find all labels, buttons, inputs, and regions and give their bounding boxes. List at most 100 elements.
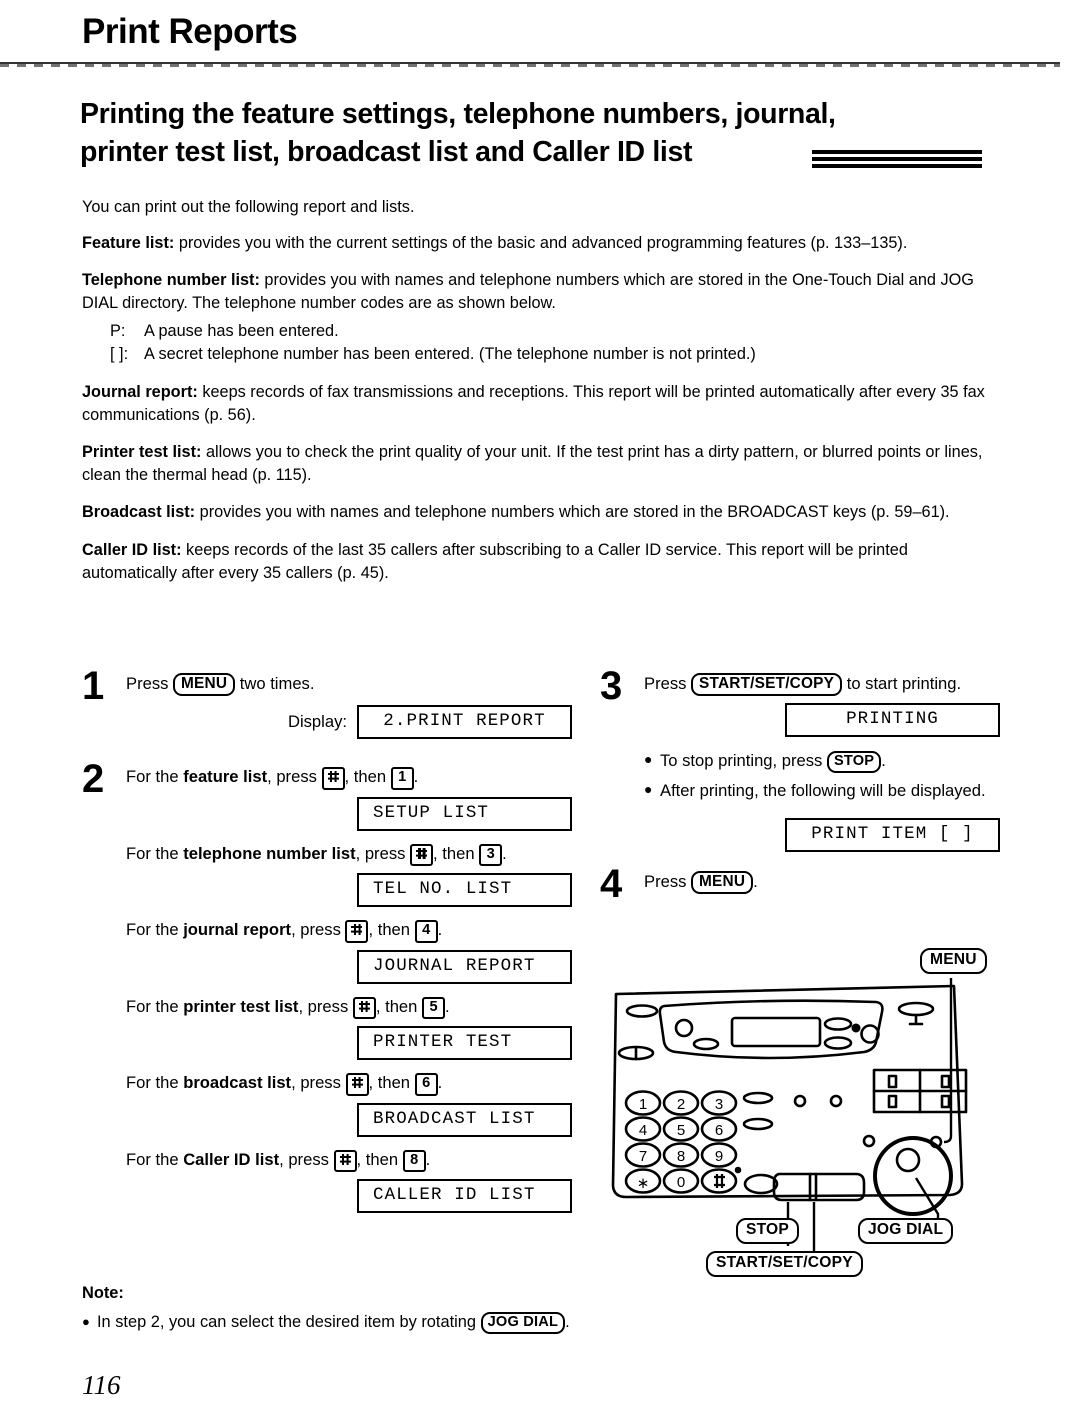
menu-key-label[interactable]: MENU	[691, 871, 754, 894]
jog-dial-key-label[interactable]: JOG DIAL	[480, 1311, 566, 1334]
menu-key-label[interactable]: MENU	[173, 673, 236, 696]
step-3-display-row-1: PRINTING	[644, 703, 1000, 738]
chapter-title: Print Reports	[82, 12, 298, 51]
step-2-row-journal-report: For the journal report, press , then 4.	[126, 918, 572, 943]
note-item: ● In step 2, you can select the desired …	[82, 1311, 782, 1335]
note-text-after: .	[565, 1312, 570, 1331]
row-prefix: For the	[126, 767, 184, 787]
keypad-hash-icon	[714, 1174, 725, 1188]
panel-oval-button-b	[823, 1017, 853, 1031]
callout-menu[interactable]: MENU	[920, 948, 987, 974]
keypad-digit-1: 1	[639, 1096, 647, 1113]
hash-key[interactable]	[410, 843, 434, 867]
lcd-display-broadcast-list: BROADCAST LIST	[357, 1102, 572, 1137]
callout-start-set-copy[interactable]: START/SET/COPY	[706, 1251, 863, 1277]
telephone-code-legend: P: A pause has been entered. [ ]: A secr…	[82, 320, 992, 367]
desc-feature-list: provides you with the current settings o…	[174, 234, 908, 253]
step-2-body: For the feature list, press , then 1. SE…	[126, 765, 572, 1214]
one-touch-slot-4	[940, 1094, 951, 1109]
keypad-digit-7: 7	[639, 1148, 647, 1165]
step-2-row-caller-id-list: For the Caller ID list, press , then 8.	[126, 1148, 572, 1173]
legend-desc-pause: A pause has been entered.	[144, 321, 339, 340]
numeric-key-1[interactable]: 1	[390, 767, 414, 790]
hash-key[interactable]	[333, 1149, 357, 1173]
top-left-oval-button	[625, 1004, 659, 1018]
lcd-window	[730, 1016, 822, 1048]
lcd-display-setup-list: SETUP LIST	[357, 796, 572, 831]
one-touch-slot-1	[887, 1074, 898, 1089]
step-2-row-printer-test-list: For the printer test list, press , then …	[126, 995, 572, 1020]
step-4-text-after: .	[753, 872, 758, 892]
step-2-row-feature-list: For the feature list, press , then 1.	[126, 765, 572, 790]
note-title: Note:	[82, 1284, 124, 1302]
numeric-key-5[interactable]: 5	[422, 996, 446, 1020]
callout-stop[interactable]: STOP	[736, 1218, 799, 1244]
step-2-display-row-2: TEL NO. LIST	[126, 873, 572, 908]
intro-item-caller-id-list: Caller ID list: keeps records of the las…	[82, 539, 992, 585]
indicator-circle-a	[793, 1094, 807, 1108]
term-broadcast-list: Broadcast list:	[82, 503, 196, 522]
hash-key[interactable]	[345, 1073, 369, 1096]
numeric-key-3[interactable]: 3	[479, 843, 503, 867]
step-3: 3 Press START/SET/COPY to start printing…	[600, 666, 1000, 853]
display-label: Display:	[287, 712, 347, 732]
row-term-journal-report: journal report	[183, 920, 292, 940]
step-2-display-row-4: PRINTER TEST	[126, 1026, 572, 1061]
step-2-row-broadcast-list: For the broadcast list, press , then 6.	[126, 1071, 572, 1096]
one-touch-slot-3	[887, 1094, 898, 1109]
note-text-before: In step 2, you can select the desired it…	[97, 1312, 481, 1331]
section-heading-line-1: Printing the feature settings, telephone…	[80, 98, 836, 130]
step-4: 4 Press MENU.	[600, 864, 1000, 904]
row-mid: , press	[298, 996, 353, 1016]
row-suffix: .	[445, 996, 450, 1016]
intro-item-broadcast-list: Broadcast list: provides you with names …	[82, 501, 992, 524]
step-3-bullets: ● To stop printing, press STOP. ● After …	[644, 749, 1000, 802]
keypad-digit-2: 2	[677, 1096, 685, 1113]
row-mid2: , then	[356, 1149, 403, 1169]
row-term-caller-id-list: Caller ID list	[183, 1149, 280, 1169]
lcd-display-caller-id-list: CALLER ID LIST	[357, 1179, 572, 1214]
row-suffix: .	[437, 1073, 443, 1093]
legend-symbol-pause: P:	[110, 321, 126, 340]
step-2-display-row-6: CALLER ID LIST	[126, 1179, 572, 1214]
top-right-button-stem	[908, 1013, 924, 1026]
callout-jog-dial[interactable]: JOG DIAL	[858, 1218, 954, 1244]
start-set-copy-key-label[interactable]: START/SET/COPY	[691, 673, 843, 696]
section-heading-line-2: printer test list, broadcast list and Ca…	[80, 135, 693, 168]
hash-key[interactable]	[352, 996, 376, 1020]
jog-dial-inner-circle	[895, 1147, 921, 1173]
keypad-digit-star: ∗	[637, 1175, 650, 1192]
indicator-circle-b	[829, 1094, 843, 1108]
small-dot	[734, 1166, 742, 1174]
lcd-display-print-report: 2.PRINT REPORT	[357, 705, 572, 740]
keypad-digit-4: 4	[639, 1122, 647, 1139]
steps-column-left: 1 Press MENU two times. Display: 2.PRINT…	[82, 666, 572, 1214]
numeric-key-8[interactable]: 8	[402, 1149, 426, 1173]
hash-icon	[339, 1153, 351, 1165]
fax-machine-diagram: 1 2 3 4 5 6 7 8 9 ∗ 0 MENU STOP START/SE…	[598, 946, 1000, 1291]
bullet-after-printing-text: After printing, the following will be di…	[660, 780, 986, 800]
function-oval-button-a	[742, 1091, 774, 1105]
step-3-text-after: to start printing.	[842, 674, 962, 693]
one-touch-slot-2	[940, 1074, 951, 1089]
panel-indicator-led	[851, 1023, 861, 1033]
hash-key[interactable]	[321, 767, 345, 790]
row-mid2: , then	[368, 1073, 415, 1093]
step-3-body: Press START/SET/COPY to start printing. …	[644, 672, 1000, 853]
row-prefix: For the	[126, 1149, 184, 1169]
heading-decoration-rule	[812, 150, 982, 168]
row-suffix: .	[437, 920, 443, 940]
numeric-key-4[interactable]: 4	[414, 920, 438, 943]
lcd-display-journal-report: JOURNAL REPORT	[357, 949, 572, 984]
stop-key-label[interactable]: STOP	[826, 751, 882, 773]
hash-key[interactable]	[345, 920, 369, 943]
row-mid2: , then	[375, 996, 423, 1016]
term-telephone-number-list: Telephone number list:	[82, 271, 260, 290]
leader-line-menu	[943, 978, 953, 1144]
function-oval-button-b	[742, 1117, 774, 1131]
bullet-dot-icon: ●	[644, 780, 653, 797]
legend-symbol-secret: [ ]:	[110, 345, 129, 364]
panel-round-button-right	[860, 1024, 880, 1044]
numeric-key-6[interactable]: 6	[414, 1073, 438, 1096]
step-4-text-before: Press	[644, 872, 692, 892]
